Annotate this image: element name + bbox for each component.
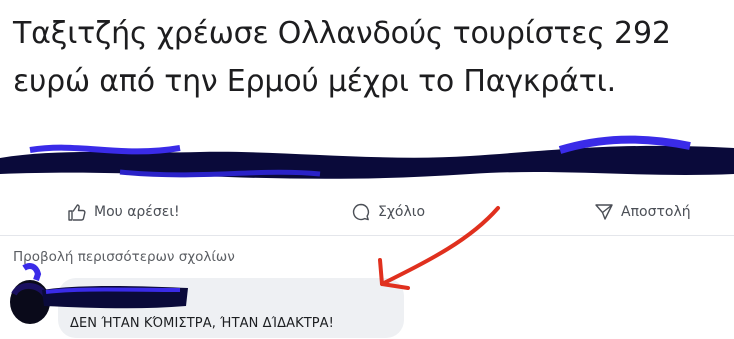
headline-line-2: ευρώ από την Ερμού μέχρι το Παγκράτι. — [13, 64, 616, 99]
comment-text: ΔΕΝ ΉΤΑΝ ΚΌΜΙΣΤΡΑ, ΉΤΑΝ ΔΊΔΑΚΤΡΑ! — [70, 316, 334, 331]
post-headline: Ταξιτζής χρέωσε Ολλανδούς τουρίστες 292 … — [13, 10, 728, 106]
annotation-arrow — [378, 206, 500, 290]
divider — [0, 235, 734, 236]
share-button[interactable]: Αποστολή — [594, 193, 691, 231]
share-label: Αποστολή — [621, 204, 691, 220]
send-icon — [595, 204, 613, 220]
thumbs-up-icon — [68, 204, 86, 221]
like-button[interactable]: Μου αρέσει! — [67, 193, 180, 231]
speech-bubble-icon — [352, 203, 370, 221]
post-actions: Μου αρέσει! Σχόλιο Αποστολή — [0, 193, 734, 231]
commenter-name-redaction — [42, 286, 188, 309]
headline-line-1: Ταξιτζής χρέωσε Ολλανδούς τουρίστες 292 — [13, 16, 671, 51]
like-label: Μου αρέσει! — [94, 204, 180, 220]
redaction-scribble — [0, 135, 734, 179]
